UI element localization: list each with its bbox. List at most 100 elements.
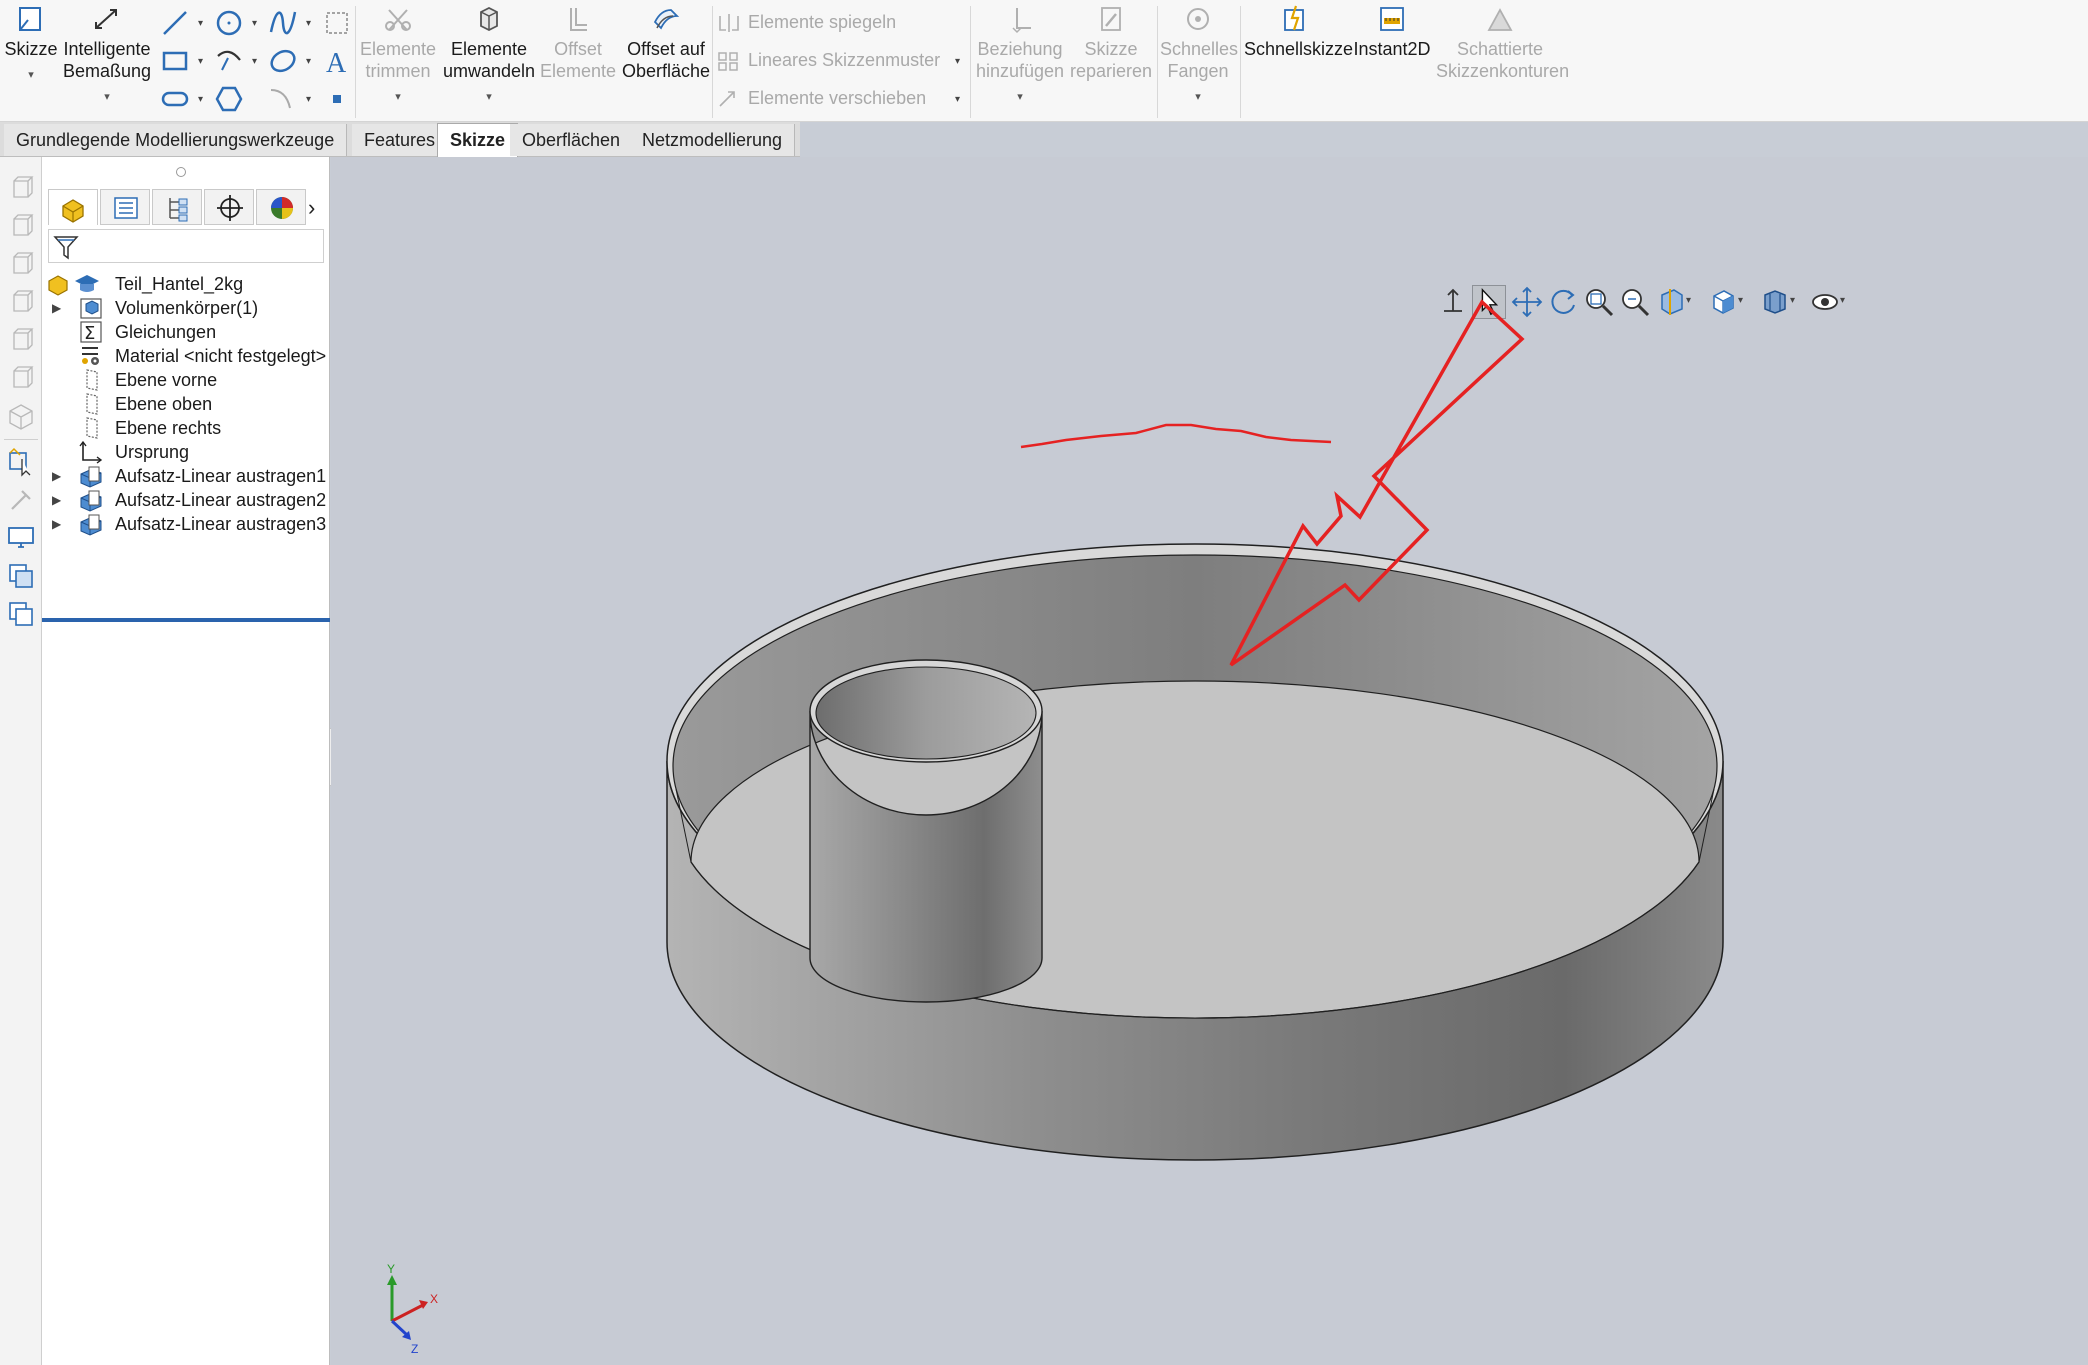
arc-icon[interactable] [214,46,244,76]
move-entities-button[interactable]: Elemente verschieben [716,88,926,110]
mirror-label: Elemente spiegeln [748,12,897,32]
tab-mesh-modeling[interactable]: Netzmodellierung [630,124,796,156]
slot-icon[interactable] [160,84,190,114]
chevron-down-icon[interactable]: ▾ [4,64,58,86]
crosshair-icon [217,195,243,221]
featuremanager-tab[interactable] [48,189,98,225]
chevron-down-icon[interactable]: ▾ [198,56,203,67]
shaded-contours-label: Schattierte Skizzenkonturen [1436,39,1570,81]
rapid-sketch-label: Schnellskizze [1244,39,1354,59]
spline-icon[interactable] [268,8,298,38]
convert-entities-icon [480,6,498,32]
extrude-icon [80,514,102,536]
view-bottom-icon[interactable] [6,363,36,393]
smart-dimension-label: Intelligente Bemaßung [62,39,152,81]
chevron-down-icon[interactable]: ▾ [306,18,311,29]
text-icon[interactable]: A [322,46,352,76]
chevron-down-icon[interactable]: ▾ [358,86,438,108]
configurationmanager-tab[interactable] [152,189,202,225]
tab-basic-modeling[interactable]: Grundlegende Modellierungswerkzeuge [4,124,348,156]
offset-label: Offset Elemente [540,39,617,81]
rectangle-icon[interactable] [160,46,190,76]
convert-label: Elemente umwandeln [442,39,536,81]
triad-z-label: Z [411,1342,418,1356]
rapid-sketch-icon [1284,5,1304,31]
tab-label: Features [364,130,436,150]
point-icon[interactable] [322,84,352,114]
display-monitor-icon[interactable] [6,523,36,553]
red-annotation-curve [1020,423,1332,449]
view-front-icon[interactable] [6,173,36,203]
polygon-icon[interactable] [214,84,244,114]
model-view[interactable]: Y X Z [331,157,2088,1365]
tab-features[interactable]: Features [352,124,449,156]
ellipse-icon[interactable] [268,46,298,76]
linear-sketch-pattern-button[interactable]: Lineares Skizzenmuster [716,50,940,72]
offset-on-surface-button[interactable]: Offset auf Oberfläche [618,4,714,82]
chevron-down-icon[interactable]: ▾ [1160,86,1236,108]
smart-dimension-button[interactable]: Intelligente Bemaßung ▾ [62,4,152,108]
copy-part-icon[interactable] [6,561,36,591]
offset-surface-icon [653,9,680,30]
graphics-area[interactable]: ▾ ▾ ▾ ▾ Y X Z [331,157,2088,1365]
copy-assembly-icon[interactable] [6,599,36,629]
dish-part[interactable] [666,543,1724,1161]
offset-icon [570,8,587,31]
chevron-down-icon[interactable]: ▾ [306,56,311,67]
add-relation-icon [1012,8,1031,34]
tab-surfaces[interactable]: Oberflächen [510,124,634,156]
view-top-icon[interactable] [6,325,36,355]
chevron-right-icon[interactable]: › [308,195,315,221]
offset-surface-label: Offset auf Oberfläche [621,39,711,81]
filter-icon [53,236,79,260]
view-back-icon[interactable] [6,211,36,241]
expand-arrow-icon[interactable]: ▶ [52,509,61,539]
quick-snaps-label: Schnelles Fangen [1160,39,1239,81]
featuremanager-icon [62,199,84,223]
line-icon[interactable] [160,8,190,38]
linear-pattern-label: Lineares Skizzenmuster [748,50,941,70]
svg-text:A: A [326,48,347,76]
chevron-down-icon[interactable]: ▾ [955,56,960,67]
offset-entities-button[interactable]: Offset Elemente [540,4,616,82]
panel-grip[interactable] [176,167,186,177]
sketch-button[interactable]: Skizze ▾ [4,4,58,86]
mirror-entities-button[interactable]: Elemente spiegeln [716,12,896,34]
circle-icon[interactable] [214,8,244,38]
tab-bar-fill [800,122,2088,157]
triad-y-label: Y [387,1262,395,1276]
move-icon [719,91,735,107]
chevron-down-icon[interactable]: ▾ [252,18,257,29]
view-right-icon[interactable] [6,287,36,317]
repair-sketch-button[interactable]: Skizze reparieren [1070,4,1152,82]
displaymanager-tab[interactable] [256,189,306,225]
chevron-down-icon[interactable]: ▾ [974,86,1066,108]
tree-filter[interactable] [48,229,324,263]
tree-item-boss-extrude-3[interactable]: ▶ Aufsatz-Linear austragen3 [42,509,330,539]
rapid-sketch-button[interactable]: Schnellskizze [1244,4,1353,60]
smart-mates-icon[interactable] [6,485,36,515]
tab-sketch[interactable]: Skizze [437,123,519,157]
add-relation-label: Beziehung hinzufügen [975,39,1065,81]
instant2d-button[interactable]: Instant2D [1348,4,1436,60]
chevron-down-icon[interactable]: ▾ [442,86,536,108]
rollback-bar[interactable] [42,618,330,622]
chevron-down-icon[interactable]: ▾ [252,56,257,67]
dimxpertmanager-tab[interactable] [204,189,254,225]
chevron-down-icon[interactable]: ▾ [198,18,203,29]
chevron-down-icon[interactable]: ▾ [62,86,152,108]
propertymanager-tab[interactable] [100,189,150,225]
view-left-icon[interactable] [6,249,36,279]
sketch-grid-icon[interactable] [322,8,352,38]
chevron-down-icon[interactable]: ▾ [198,94,203,105]
shaded-sketch-contours-button[interactable]: Schattierte Skizzenkonturen [1436,4,1569,82]
select-sketch-icon[interactable] [6,447,36,477]
add-relation-button[interactable]: Beziehung hinzufügen ▾ [974,4,1066,108]
chevron-down-icon[interactable]: ▾ [306,94,311,105]
feature-manager-panel: › Teil_Hantel_2kg ▶ Volumenkörper(1) Σ G… [42,157,330,1365]
convert-entities-button[interactable]: Elemente umwandeln ▾ [442,4,536,108]
view-isometric-icon[interactable] [6,401,36,431]
quick-snaps-button[interactable]: Schnelles Fangen ▾ [1160,4,1239,108]
trim-entities-button[interactable]: Elemente trimmen ▾ [358,4,438,108]
chevron-down-icon[interactable]: ▾ [955,94,960,105]
